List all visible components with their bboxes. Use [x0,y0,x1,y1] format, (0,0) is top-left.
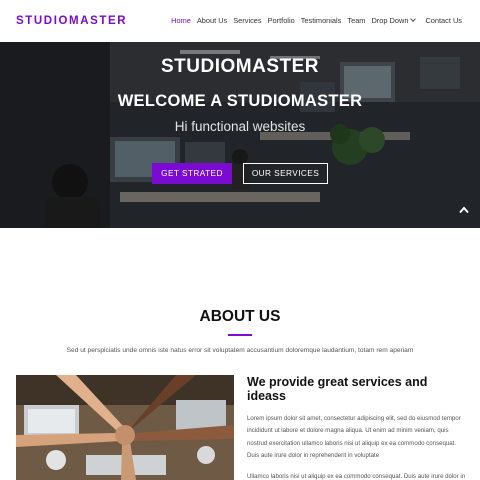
scroll-to-top-button[interactable] [454,200,474,220]
nav-drop-down[interactable]: Drop Down [371,16,417,25]
teamwork-image [16,375,234,480]
about-description: Sed ut perspiciatis unde omnis iste natu… [66,347,414,354]
services-heading: We provide great services and ideass [247,375,428,403]
title-underline [228,334,252,336]
brand-logo[interactable]: STUDIOMASTER [16,15,127,27]
nav-drop-down-label: Drop Down [371,16,409,25]
hero-section: STUDIOMASTER WELCOME A STUDIOMASTER Hi f… [0,42,480,228]
arrow-up-icon [459,206,469,214]
chevron-down-icon [410,16,417,22]
nav-home[interactable]: Home [171,16,191,25]
hero-title: STUDIOMASTER [161,56,319,77]
about-title: ABOUT US [199,308,281,325]
nav-about-us[interactable]: About Us [197,16,227,25]
teamwork-photo [16,375,234,480]
services-paragraph-1: Lorem ipsum dolor sit amet, consectetur … [247,415,461,460]
services-paragraph-2: Ullamco laboris nisi ut aliquip ex ea co… [247,473,466,480]
nav-testimonials[interactable]: Testimonials [301,16,342,25]
hero-heading: WELCOME A STUDIOMASTER [117,92,363,110]
nav-team[interactable]: Team [347,16,365,25]
hero-subheading: Hi functional websites [174,119,306,134]
main-nav: Home About Us Services Portfolio Testimo… [165,16,462,25]
nav-services[interactable]: Services [233,16,261,25]
get-started-button[interactable]: GET STRATED [152,163,232,184]
nav-portfolio[interactable]: Portfolio [268,16,295,25]
navbar: STUDIOMASTER Home About Us Services Port… [0,0,480,42]
nav-contact-us[interactable]: Contact Us [425,16,462,25]
our-services-button[interactable]: OUR SERVICES [243,163,328,184]
